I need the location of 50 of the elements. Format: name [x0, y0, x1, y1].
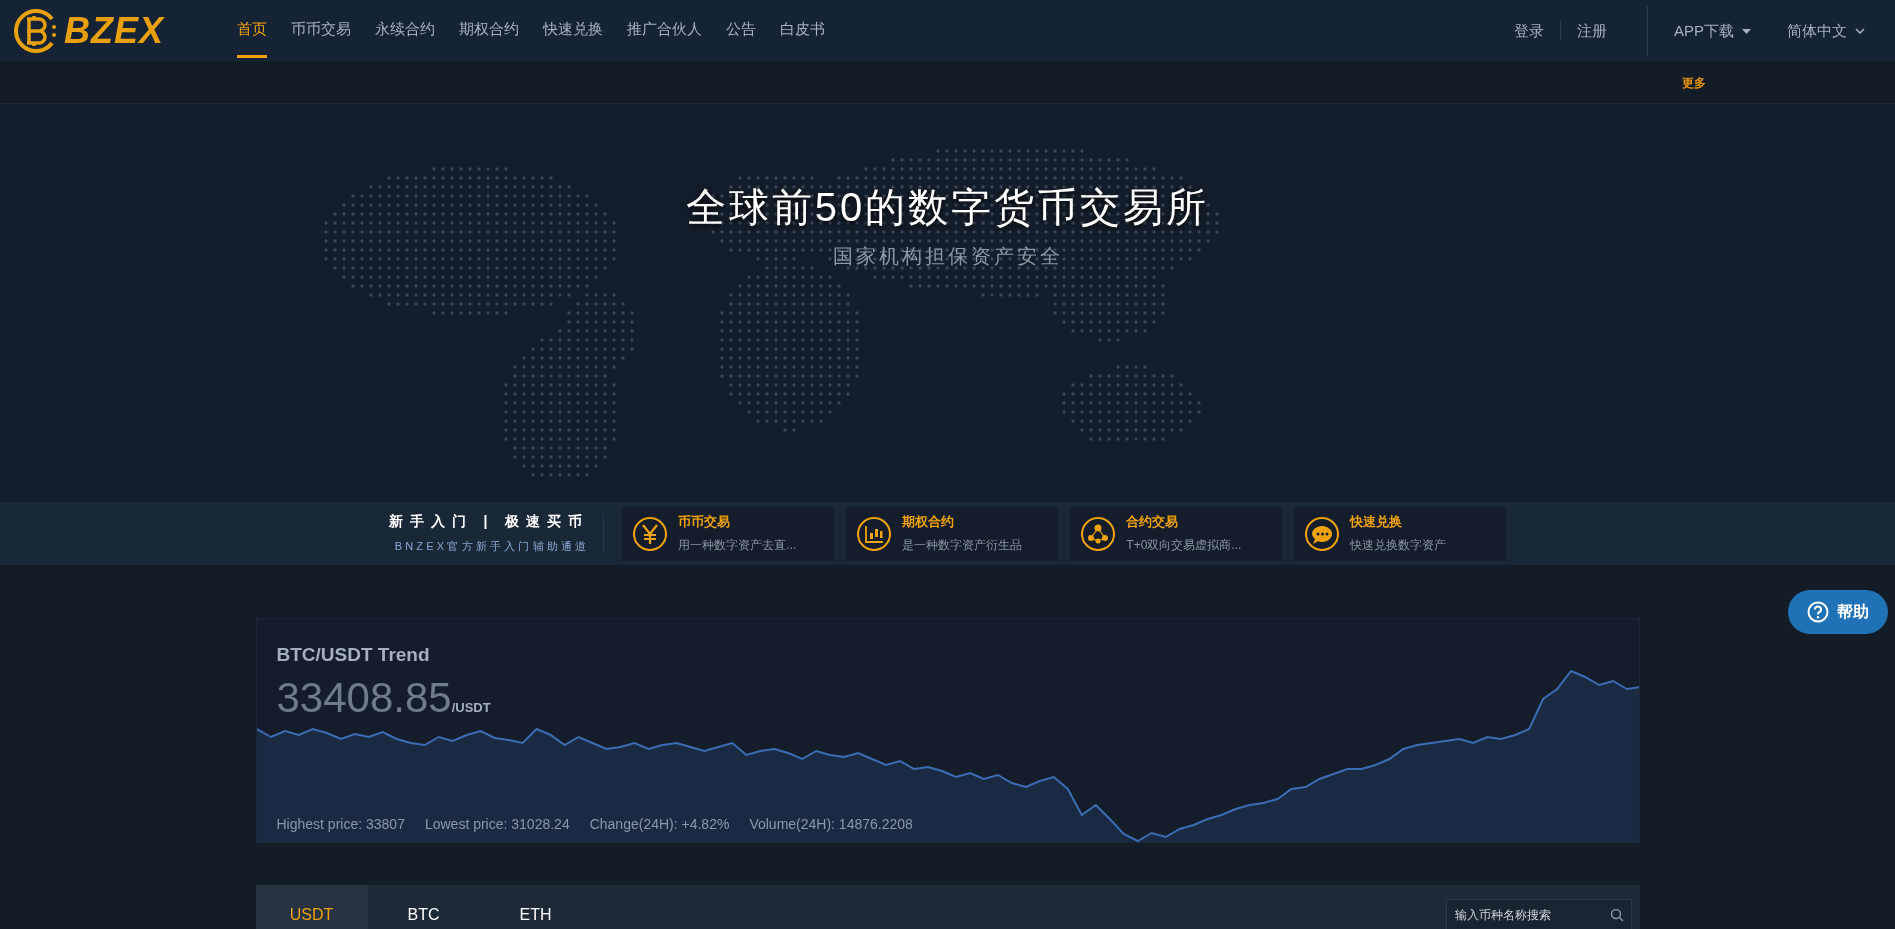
language-dropdown[interactable]: 简体中文 — [1769, 21, 1883, 41]
feature-title: 期权合约 — [902, 513, 956, 531]
nav-link[interactable]: 公告 — [726, 4, 756, 58]
register-link[interactable]: 注册 — [1561, 21, 1623, 41]
chat-bubble-icon — [1304, 515, 1341, 552]
feature-description: 快速兑换数字资产 — [1350, 537, 1447, 554]
chevron-down-icon — [1855, 28, 1865, 34]
feature-card[interactable]: 币币交易 用一种数字资产去直... — [622, 506, 835, 561]
feature-card[interactable]: 合约交易 T+0双向交易虚拟商... — [1070, 506, 1283, 561]
feature-title: 合约交易 — [1126, 513, 1180, 531]
app-download-dropdown[interactable]: APP下载 — [1656, 21, 1769, 41]
help-button[interactable]: 帮助 — [1788, 590, 1888, 634]
nav-link[interactable]: 快速兑换 — [543, 4, 603, 58]
feature-card[interactable]: 快速兑换 快速兑换数字资产 — [1294, 506, 1507, 561]
price-stat: Highest price: 33807 — [276, 816, 405, 832]
guide-title: 新手入门 | 极速买币 — [388, 513, 590, 531]
nav-link[interactable]: 推广合伙人 — [627, 4, 702, 58]
feature-description: 用一种数字资产去直... — [678, 537, 797, 554]
search-icon — [1609, 908, 1624, 922]
yen-icon — [632, 515, 669, 552]
market-tab[interactable]: BTC — [367, 885, 480, 929]
price-unit: /USDT — [451, 700, 491, 715]
nav-link[interactable]: 期权合约 — [459, 4, 519, 58]
caret-icon — [1742, 28, 1751, 34]
market-tab[interactable]: ETH — [479, 885, 592, 929]
feature-description: 是一种数字资产衍生品 — [902, 537, 1023, 554]
login-link[interactable]: 登录 — [1498, 21, 1560, 41]
help-icon — [1807, 601, 1829, 623]
feature-title: 快速兑换 — [1350, 513, 1404, 531]
market-tab[interactable]: USDT — [255, 885, 368, 929]
hero-subtitle: 国家机构担保资产安全 — [832, 244, 1063, 269]
feature-title: 币币交易 — [678, 513, 732, 531]
search-field[interactable]: 输入币种名称搜索 — [1445, 899, 1632, 929]
price-stat: Volume(24H): 14876.2208 — [749, 816, 913, 832]
feature-description: T+0双向交易虚拟商... — [1126, 537, 1242, 554]
nav-link[interactable]: 永续合约 — [375, 4, 435, 58]
nav-link[interactable]: 币币交易 — [291, 4, 351, 58]
guide-subtitle: BNZEX官方新手入门辅助通道 — [394, 539, 590, 554]
nav-link[interactable]: 白皮书 — [780, 4, 825, 58]
network-icon — [1080, 515, 1117, 552]
nav-link[interactable]: 首页 — [237, 4, 267, 58]
current-price: 33408.85 — [276, 674, 452, 722]
price-stat: Change(24H): +4.82% — [589, 816, 730, 832]
hero-title: 全球前50的数字货币交易所 — [685, 184, 1210, 231]
feature-card[interactable]: 期权合约 是一种数字资产衍生品 — [846, 506, 1059, 561]
candlestick-chart-icon — [856, 515, 893, 552]
price-stat: Lowest price: 31028.24 — [424, 816, 570, 832]
logo-wordmark[interactable]: BZEX — [64, 10, 164, 52]
more-link[interactable]: 更多 — [1682, 74, 1706, 92]
trend-title: BTC/USDT Trend — [276, 644, 431, 666]
